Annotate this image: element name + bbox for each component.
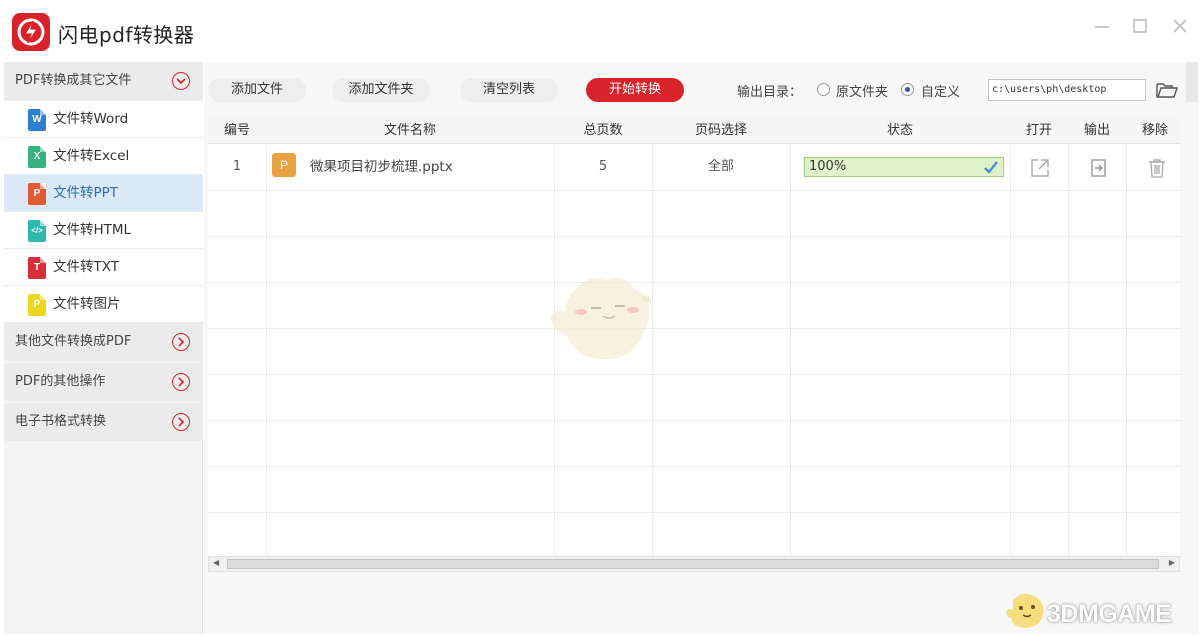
sidebar-item-to-word[interactable]: W 文件转Word <box>4 101 203 138</box>
table-header: 编号 文件名称 总页数 页码选择 状态 打开 输出 移除 <box>208 118 1180 144</box>
col-open: 打开 <box>1025 123 1052 138</box>
sidebar-item-label: 文件转Excel <box>53 148 130 164</box>
row-page-range[interactable]: 全部 <box>652 144 790 190</box>
chevron-down-circle-icon <box>172 72 190 90</box>
watermark-mascot-icon <box>1006 593 1044 628</box>
row-index: 1 <box>232 159 242 174</box>
radio-original-label: 原文件夹 <box>836 85 889 100</box>
trash-icon[interactable] <box>1148 158 1166 178</box>
col-page-range: 页码选择 <box>694 123 747 138</box>
radio-custom[interactable] <box>901 83 914 96</box>
col-status: 状态 <box>886 123 913 138</box>
mascot-illustration <box>550 277 651 360</box>
category-label: PDF转换成其它文件 <box>15 73 132 88</box>
word-file-icon: W <box>28 109 46 131</box>
sidebar-item-to-txt[interactable]: T 文件转TXT <box>4 249 203 286</box>
sidebar-item-label: 文件转图片 <box>53 296 121 312</box>
sidebar-item-label: 文件转TXT <box>53 259 120 275</box>
txt-file-icon: T <box>28 257 46 279</box>
close-icon[interactable] <box>1170 16 1190 36</box>
grid-line <box>208 328 1180 329</box>
radio-custom-label: 自定义 <box>921 85 961 100</box>
sidebar: PDF转换成其它文件 W 文件转Word X 文件转Excel P 文件转PPT… <box>4 62 203 634</box>
status-progress-bar: 100% <box>804 157 1004 177</box>
radio-original-folder[interactable] <box>817 83 830 96</box>
sidebar-category-pdf-other-ops[interactable]: PDF的其他操作 <box>4 363 203 401</box>
output-dir-label: 输出目录： <box>737 85 803 100</box>
grid-line <box>208 420 1180 421</box>
col-remove: 移除 <box>1141 123 1168 138</box>
chevron-right-circle-icon <box>172 373 190 391</box>
check-icon <box>984 161 998 174</box>
sidebar-item-to-ppt[interactable]: P 文件转PPT <box>4 175 203 212</box>
grid-line <box>1068 144 1069 556</box>
sidebar-item-to-excel[interactable]: X 文件转Excel <box>4 138 203 175</box>
sidebar-item-label: 文件转PPT <box>53 185 119 201</box>
chevron-right-circle-icon <box>172 333 190 351</box>
row-pages: 5 <box>598 159 608 174</box>
app-title: 闪电pdf转换器 <box>58 23 195 47</box>
status-text: 100% <box>809 159 847 174</box>
open-external-icon[interactable] <box>1030 158 1050 178</box>
grid-line <box>1010 144 1011 556</box>
folder-open-icon[interactable] <box>1156 80 1178 100</box>
add-folder-button[interactable]: 添加文件夹 <box>332 78 430 102</box>
output-path-field[interactable]: c:\users\ph\desktop <box>988 79 1146 101</box>
image-file-icon: P <box>28 294 46 316</box>
file-table: 编号 文件名称 总页数 页码选择 状态 打开 输出 移除 1 P 微果项目初步梳… <box>208 118 1180 556</box>
sidebar-item-to-html[interactable]: </> 文件转HTML <box>4 212 203 249</box>
grid-line <box>208 236 1180 237</box>
main-panel: 添加文件 添加文件夹 清空列表 开始转换 输出目录： 原文件夹 自定义 c:\u… <box>204 62 1198 634</box>
grid-line <box>1126 144 1127 556</box>
output-icon[interactable] <box>1090 158 1108 178</box>
excel-file-icon: X <box>28 146 46 168</box>
vertical-scrollbar[interactable] <box>1186 62 1198 102</box>
sidebar-category-pdf-to-other[interactable]: PDF转换成其它文件 <box>4 62 203 100</box>
category-label: 电子书格式转换 <box>15 414 107 429</box>
minimize-icon[interactable] <box>1092 16 1112 36</box>
category-label: PDF的其他操作 <box>15 374 106 389</box>
scroll-left-icon[interactable]: ◀ <box>213 558 219 567</box>
horizontal-scrollbar[interactable]: ◀ ▶ <box>208 556 1180 572</box>
grid-line <box>208 374 1180 375</box>
chevron-right-circle-icon <box>172 413 190 431</box>
grid-line <box>208 190 1180 191</box>
title-bar: 闪电pdf转换器 <box>0 0 1200 62</box>
grid-line <box>208 512 1180 513</box>
grid-line <box>208 282 1180 283</box>
grid-line <box>208 466 1180 467</box>
col-filename: 文件名称 <box>383 123 436 138</box>
sidebar-item-label: 文件转Word <box>53 111 129 127</box>
sidebar-category-other-to-pdf[interactable]: 其他文件转换成PDF <box>4 323 203 361</box>
grid-line <box>790 144 791 556</box>
clear-list-button[interactable]: 清空列表 <box>460 78 558 102</box>
ppt-file-icon: P <box>28 183 46 205</box>
col-output: 输出 <box>1083 123 1110 138</box>
pptx-file-icon: P <box>272 153 296 177</box>
maximize-icon[interactable] <box>1130 16 1150 36</box>
col-index: 编号 <box>223 123 250 138</box>
col-pages: 总页数 <box>583 123 623 138</box>
start-convert-button[interactable]: 开始转换 <box>586 78 684 102</box>
scroll-right-icon[interactable]: ▶ <box>1169 558 1175 567</box>
add-file-button[interactable]: 添加文件 <box>208 78 306 102</box>
category-label: 其他文件转换成PDF <box>15 334 132 349</box>
watermark-text: 3DMGAME <box>1047 600 1172 628</box>
grid-line <box>266 144 267 556</box>
sidebar-item-label: 文件转HTML <box>53 222 132 238</box>
html-file-icon: </> <box>28 220 46 242</box>
row-file-name: 微果项目初步梳理.pptx <box>310 159 453 175</box>
sidebar-item-to-image[interactable]: P 文件转图片 <box>4 286 203 323</box>
app-logo-icon <box>12 13 50 51</box>
sidebar-category-ebook[interactable]: 电子书格式转换 <box>4 403 203 441</box>
scrollbar-thumb[interactable] <box>227 559 1159 569</box>
